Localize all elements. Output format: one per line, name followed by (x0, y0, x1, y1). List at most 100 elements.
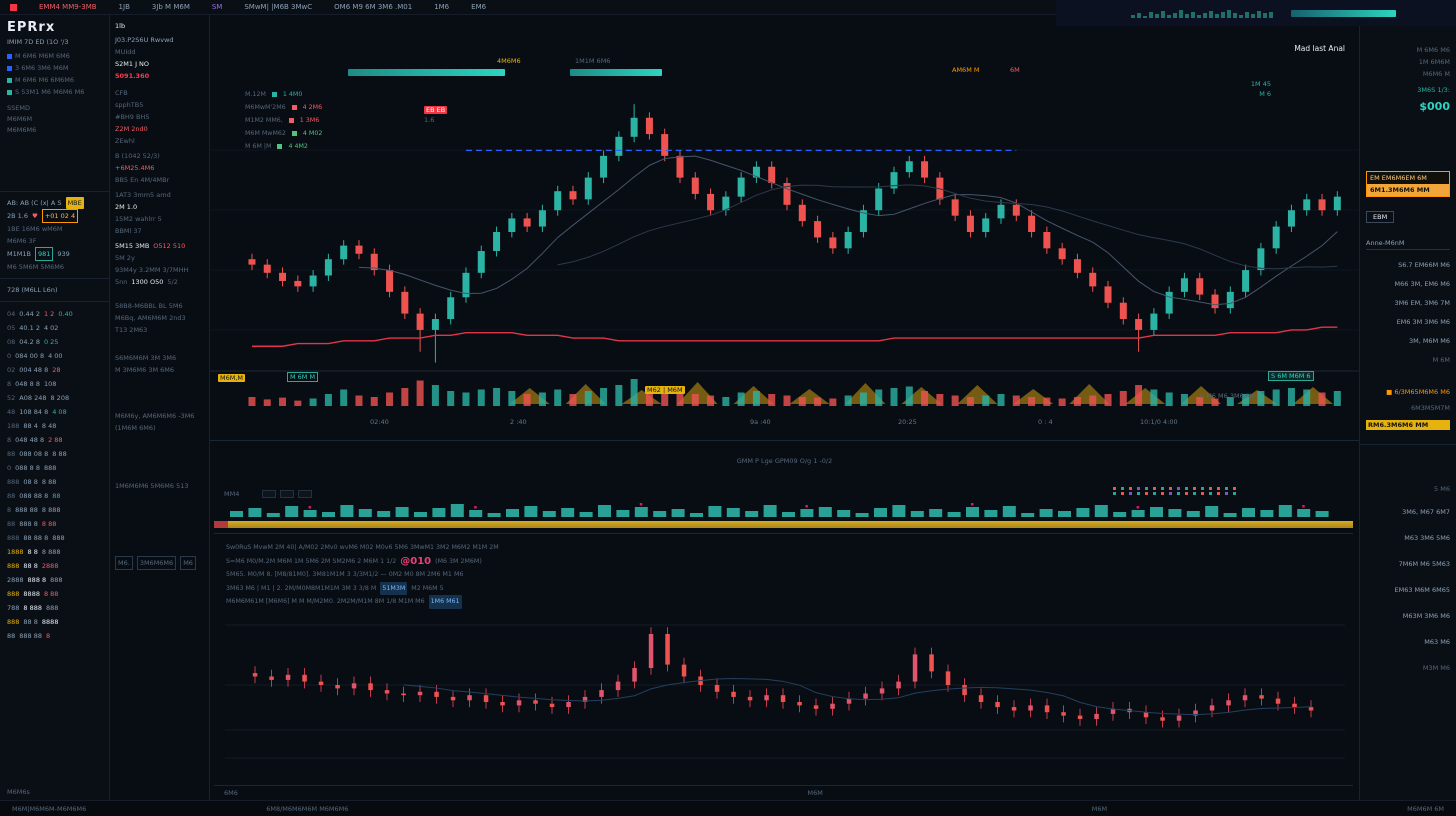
orderbook-row[interactable]: M66 3M, EM6 M6 (1366, 275, 1450, 294)
text: 8 88 (42, 517, 56, 531)
menu-item[interactable]: 1M6 (434, 3, 449, 11)
watchlist-header-label: 728 (M6LL L6n) (7, 284, 57, 296)
orderbook-row[interactable]: 3M6 EM, 3M6 7M (1366, 294, 1450, 313)
dim-row: 6M3M5M7M (1366, 404, 1450, 412)
menu-item[interactable]: SM (212, 3, 222, 11)
layer-checkbox[interactable]: M 6M6 M6M 6M6 (7, 51, 103, 61)
text: 52 (7, 391, 15, 405)
watchlist-row[interactable]: 48108 84 84 08 (7, 405, 103, 419)
checkbox-icon[interactable] (7, 66, 12, 71)
chart-title: Mad last Anal (1294, 44, 1345, 53)
watchlist-row[interactable]: 0540.1 24 02 (7, 321, 103, 335)
highlight-orange-row[interactable]: ■ 6/3M65M6M6 M6 (1366, 388, 1450, 396)
replay-progress-bar-2[interactable] (570, 69, 662, 76)
log-line: S=M6 M0/M.2M M6M 1M 5M6 2M SM2M6 2 M6M 1… (226, 555, 499, 569)
ebm-button[interactable]: EBM (1366, 211, 1394, 223)
symbol-title: EPRrx (7, 20, 103, 35)
teal-stat-2: M 6 (1259, 90, 1271, 98)
watchlist-row[interactable]: 0088 8 8888 (7, 461, 103, 475)
heat-band[interactable] (214, 521, 1353, 528)
legend-label: M6MwM'2M6 (245, 101, 286, 114)
watchlist-row[interactable]: 88808 88 88 (7, 475, 103, 489)
menu-item[interactable]: 3Jb M M6M (152, 3, 190, 11)
watchlist-row[interactable]: 88088 08 88 88 (7, 447, 103, 461)
layer-checkbox[interactable]: M 6M6 M6 6M6M6 (7, 75, 103, 85)
volume-badge-1[interactable]: M6M,M (218, 374, 245, 382)
volume-chip[interactable]: M 6M M (287, 373, 318, 381)
trading-terminal: EMM4 MM9-3MB 1JB 3Jb M M6M SM SMwM| |M6B 3Mw… (0, 0, 1456, 816)
stats-row: 7M6M M6 5M63 (1366, 551, 1450, 577)
panel-divider[interactable] (210, 440, 1359, 441)
watchlist-row[interactable]: 7888 888888 (7, 601, 103, 615)
watchlist-row[interactable]: 18888 88 888 (7, 545, 103, 559)
order-row: 5M 2y (115, 252, 204, 264)
watchlist-row[interactable]: 2888888 8888 (7, 573, 103, 587)
watchlist-row[interactable]: 88088 88 888 (7, 489, 103, 503)
menu-item[interactable]: EM6 (471, 3, 486, 11)
highlight-yellow-row[interactable]: RM6.3M6M6 MM (1366, 420, 1450, 430)
legend-label: M1M2 MM6, (245, 114, 283, 127)
watchlist-row[interactable]: 8048 48 82 88 (7, 433, 103, 447)
progress-bar[interactable] (1291, 10, 1396, 17)
watchlist-row[interactable]: 0804.2 80 25 (7, 335, 103, 349)
menu-item[interactable]: 1JB (119, 3, 130, 11)
orderbook-row[interactable]: 3M, M6M M6 (1366, 332, 1450, 351)
last-price-tag[interactable]: S 6M M6M 6 (1268, 372, 1314, 380)
alert-box[interactable]: EM EM6M6EM 6M 6M1.3M6M6 MM (1366, 171, 1450, 197)
text: 1BE 16M6 wM6M (7, 223, 63, 235)
orderbook-row[interactable]: EM6 3M 3M6 M6 (1366, 313, 1450, 332)
alert-badge[interactable]: EB EB 1.6 (424, 106, 447, 124)
head-line: M6M6 M (1366, 68, 1450, 80)
watchlist-row[interactable]: 88888 88888 (7, 615, 103, 629)
signal-dot-icon (1145, 487, 1148, 490)
text: 0.44 2 (19, 307, 40, 321)
text: 93M4y 3.2MM 3/7MHH (115, 264, 188, 276)
watchlist-row[interactable]: 02004 48 828 (7, 363, 103, 377)
watchlist-row[interactable]: 0084 00 84 00 (7, 349, 103, 363)
watchlist-row[interactable]: 88888 88 88 (7, 517, 103, 531)
text: 8 (46, 629, 50, 643)
layer-checkbox[interactable]: 3 6M6 3M6 M6M (7, 63, 103, 73)
depth-band-chart[interactable] (230, 499, 1340, 519)
layer-checkbox[interactable]: S 53M1 M6 M6M6 M6 (7, 87, 103, 97)
orderbook-row[interactable]: M 6M (1366, 351, 1450, 370)
watchlist-row[interactable]: 18888 48 48 (7, 419, 103, 433)
orderbook-row[interactable]: S6.7 EM66M M6 (1366, 256, 1450, 275)
watchlist-row[interactable]: 040.44 21 20.40 (7, 307, 103, 321)
alert-box-line1: EM EM6M6EM 6M (1367, 172, 1449, 184)
text: 188 (7, 419, 19, 433)
text: 8 (7, 503, 11, 517)
watchlist-row[interactable]: 88888 82888 (7, 559, 103, 573)
text: #BH9 BH5 (115, 111, 149, 123)
text: 8 48 (42, 419, 56, 433)
watchlist-row[interactable]: 8048 8 8108 (7, 377, 103, 391)
text: 088 08 8 (19, 447, 48, 461)
signal-dot-icon (1233, 492, 1236, 495)
watchlist-row[interactable]: 88888888 88 (7, 587, 103, 601)
text: M 6M (1433, 351, 1450, 370)
text: 3M6, M67 6M7 (1402, 499, 1450, 525)
checkbox-icon[interactable] (7, 78, 12, 83)
watchlist-row[interactable]: 88888 888 (7, 629, 103, 643)
replay-progress-bar-1[interactable] (348, 69, 505, 76)
watchlist-row[interactable]: 8888 888 888 (7, 503, 103, 517)
main-price-chart[interactable] (210, 30, 1359, 430)
menu-item[interactable]: EMM4 MM9-3MB (39, 3, 97, 11)
text: 888 8 (19, 517, 38, 531)
menu-item[interactable]: OM6 M9 6M 3M6 .M01 (334, 3, 412, 11)
signal-dot-icon (1217, 487, 1220, 490)
text: M63M 3M6 M6 (1403, 603, 1450, 629)
checkbox-icon[interactable] (7, 90, 12, 95)
volume-badge-2[interactable]: M62 | M6M (645, 386, 685, 394)
watchlist-row[interactable]: 88888 88 8888 (7, 531, 103, 545)
order-row: M6M6y, AM6M6M6 -3M6 (115, 410, 204, 422)
secondary-chart[interactable] (225, 580, 1345, 785)
mid-orange-label: AM6M M (952, 66, 979, 74)
watchlist-row[interactable]: 52A08 2488 208 (7, 391, 103, 405)
order-rows: 1lbJ03.P2S6U RwvwdMUIddS2M1 J NO5091.360… (115, 20, 204, 570)
sub-legend-chips[interactable] (262, 490, 312, 498)
text: 4 08 (52, 405, 66, 419)
text: 2888 (42, 559, 59, 573)
menu-item[interactable]: SMwM| |M6B 3MwC (244, 3, 312, 11)
checkbox-icon[interactable] (7, 54, 12, 59)
